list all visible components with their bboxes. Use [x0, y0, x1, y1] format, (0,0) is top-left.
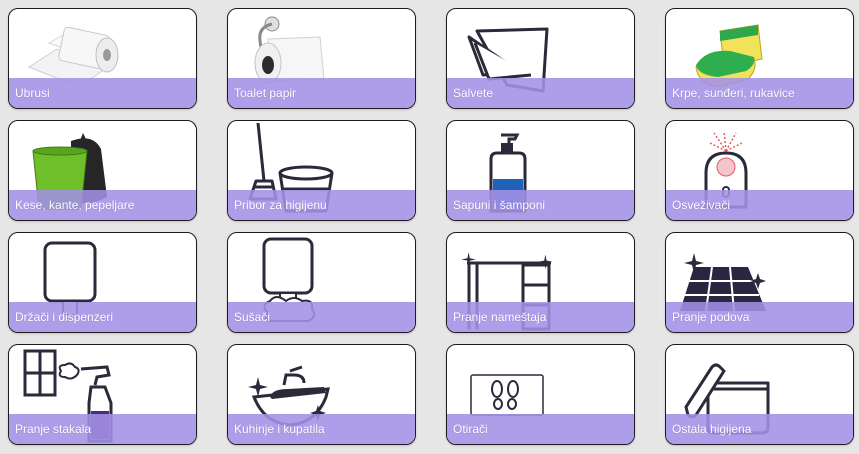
category-label: Pranje stakala: [15, 422, 92, 436]
category-card-kese-kante-pepeljare[interactable]: Kese, kante, pepeljare: [8, 120, 197, 221]
category-label: Krpe, sunđeri, rukavice: [672, 86, 795, 100]
category-card-kuhinje-i-kupatila[interactable]: Kuhinje i kupatila: [227, 344, 416, 445]
category-label: Toalet papir: [234, 86, 297, 100]
category-label: Salvete: [453, 86, 494, 100]
category-card-salvete[interactable]: Salvete: [446, 8, 635, 109]
category-card-sapuni-i-samponi[interactable]: Sapuni i šamponi: [446, 120, 635, 221]
category-label: Sapuni i šamponi: [453, 198, 546, 212]
category-card-susaci[interactable]: Sušači: [227, 232, 416, 333]
category-grid: Ubrusi Toalet papir Salvete Krpe, sunđer…: [8, 8, 854, 445]
category-label: Osveživači: [672, 198, 731, 212]
category-label: Kese, kante, pepeljare: [15, 198, 135, 212]
category-card-krpe-sunderi-rukavice[interactable]: Krpe, sunđeri, rukavice: [665, 8, 854, 109]
category-card-pranje-namestaja[interactable]: Pranje nameštaja: [446, 232, 635, 333]
category-label: Ostala higijena: [672, 422, 752, 436]
category-label: Sušači: [234, 310, 271, 324]
category-card-toalet-papir[interactable]: Toalet papir: [227, 8, 416, 109]
category-label: Pranje podova: [672, 310, 750, 324]
category-card-ostala-higijena[interactable]: Ostala higijena: [665, 344, 854, 445]
category-label: Otirači: [453, 422, 488, 436]
category-card-pranje-podova[interactable]: Pranje podova: [665, 232, 854, 333]
category-label: Pribor za higijenu: [234, 198, 327, 212]
category-label: Ubrusi: [15, 86, 50, 100]
category-card-drzaci-i-dispenzeri[interactable]: Držači i dispenzeri: [8, 232, 197, 333]
category-label: Pranje nameštaja: [453, 310, 547, 324]
category-label: Držači i dispenzeri: [15, 310, 114, 324]
category-card-ubrusi[interactable]: Ubrusi: [8, 8, 197, 109]
category-card-pribor-za-higijenu[interactable]: Pribor za higijenu: [227, 120, 416, 221]
category-card-osvezivaci[interactable]: Osveživači: [665, 120, 854, 221]
category-label: Kuhinje i kupatila: [234, 422, 325, 436]
category-card-pranje-stakala[interactable]: Pranje stakala: [8, 344, 197, 445]
category-card-otiraci[interactable]: Otirači: [446, 344, 635, 445]
